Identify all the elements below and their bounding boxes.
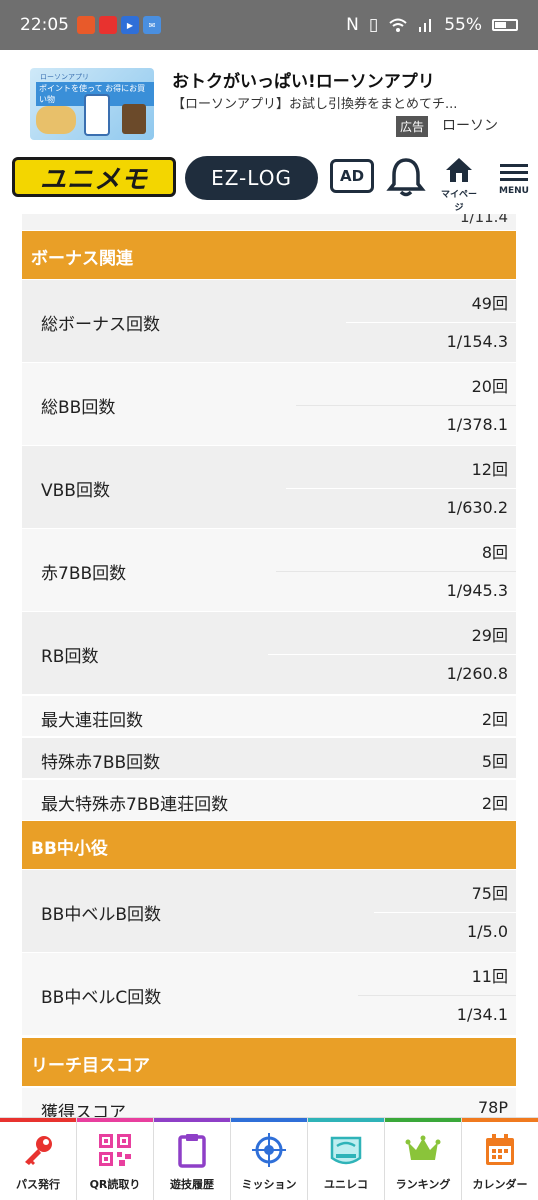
calendar-icon: [486, 1134, 514, 1165]
nav-qr-read[interactable]: QR読取り: [77, 1118, 154, 1200]
table-row: VBB回数 12回 1/630.2: [22, 446, 516, 528]
mail-icon: ✉: [143, 16, 161, 34]
section-header-bonus: ボーナス関連: [22, 231, 516, 279]
nav-pass-issue[interactable]: パス発行: [0, 1118, 77, 1200]
phone-image: [84, 94, 110, 136]
bell-icon[interactable]: [386, 156, 426, 198]
youtube-icon: ▶: [121, 16, 139, 34]
target-icon: [252, 1133, 286, 1167]
coffee-image: [122, 104, 146, 134]
nfc-icon: N: [346, 15, 359, 35]
cut-off-row: 1/11.4: [22, 214, 516, 230]
vibrate-icon: ▯: [368, 15, 379, 35]
status-icons: N ▯ 55%: [346, 15, 518, 35]
app-notification-icon: [77, 16, 95, 34]
unimemo-logo[interactable]: ユニメモ: [12, 157, 176, 197]
battery-icon: [492, 19, 518, 31]
table-row: 特殊赤7BB回数 5回: [22, 738, 516, 778]
ad-description[interactable]: 【ローソンアプリ】お試し引換券をまとめてチ...: [172, 93, 512, 112]
ad-button[interactable]: AD: [330, 159, 374, 193]
signal-icon: [419, 19, 432, 32]
mypage-label: マイページ: [440, 190, 477, 213]
table-row: RB回数 29回 1/260.8: [22, 612, 516, 694]
key-icon: [25, 1136, 52, 1165]
clipboard-icon: [178, 1134, 206, 1168]
nav-unireco[interactable]: ユニレコ: [308, 1118, 385, 1200]
status-bar: 22:05 ▶ ✉ N ▯ 55%: [0, 0, 538, 50]
table-row: BB中ベルB回数 75回 1/5.0: [22, 870, 516, 952]
home-icon: [446, 158, 472, 182]
crown-icon: [405, 1135, 441, 1160]
bottom-nav: パス発行 QR読取り 遊技履歴 ミッション ユニレコ ランキング カレンダー: [0, 1117, 538, 1200]
unireco-icon: [330, 1136, 362, 1165]
wifi-icon: [389, 18, 407, 32]
mypage-button[interactable]: マイページ: [437, 156, 481, 213]
table-row: 最大連荘回数 2回: [22, 696, 516, 736]
app-notification-icon: [99, 16, 117, 34]
table-row: 総BB回数 20回 1/378.1: [22, 363, 516, 445]
ad-title[interactable]: おトクがいっぱい!ローソンアプリ: [172, 67, 435, 92]
menu-button[interactable]: MENU: [494, 158, 534, 206]
ad-label: 広告: [396, 116, 429, 137]
data-content[interactable]: 1/11.4 ボーナス関連 総ボーナス回数 49回 1/154.3 総BB回数 …: [0, 214, 538, 1117]
section-header-reach: リーチ目スコア: [22, 1038, 516, 1086]
ad-thumbnail[interactable]: ローソンアプリ ポイントを使って お得にお買い物: [30, 68, 154, 140]
table-row: 獲得スコア 78P: [22, 1088, 516, 1117]
table-row: 赤7BB回数 8回 1/945.3: [22, 529, 516, 611]
ez-log-button[interactable]: EZ-LOG: [185, 156, 318, 200]
nav-mission[interactable]: ミッション: [231, 1118, 308, 1200]
app-header: ユニメモ EZ-LOG AD マイページ MENU: [0, 142, 538, 214]
nav-ranking[interactable]: ランキング: [385, 1118, 462, 1200]
status-time: 22:05: [20, 15, 69, 35]
menu-label: MENU: [499, 186, 529, 196]
hamburger-icon: [500, 164, 528, 167]
table-row: 最大特殊赤7BB連荘回数 2回: [22, 780, 516, 820]
battery-percent: 55%: [444, 15, 482, 35]
bread-image: [36, 106, 76, 134]
table-row: BB中ベルC回数 11回 1/34.1: [22, 953, 516, 1035]
nav-calendar[interactable]: カレンダー: [462, 1118, 538, 1200]
ad-advertiser: ローソン: [442, 118, 498, 134]
table-row: 総ボーナス回数 49回 1/154.3: [22, 280, 516, 362]
ad-banner[interactable]: ローソンアプリ ポイントを使って お得にお買い物 おトクがいっぱい!ローソンアプ…: [0, 50, 538, 142]
section-header-bb: BB中小役: [22, 821, 516, 869]
qr-code-icon: [99, 1134, 131, 1166]
nav-play-history[interactable]: 遊技履歴: [154, 1118, 231, 1200]
